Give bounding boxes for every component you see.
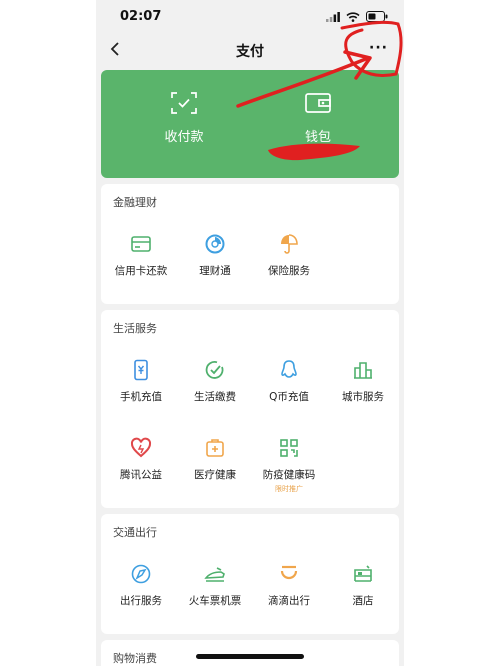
service-label: 手机充值 (120, 391, 162, 403)
more-button[interactable]: ··· (369, 40, 388, 56)
home-indicator (196, 654, 304, 659)
service-item[interactable]: 腾讯公益 (104, 436, 178, 482)
service-label: 滴滴出行 (268, 595, 310, 607)
receive-pay-button[interactable]: 收付款 (134, 92, 234, 145)
status-bar: 02:07 (96, 0, 404, 34)
section-title: 购物消费 (113, 652, 157, 665)
wifi-icon (346, 11, 360, 22)
signal-icon (326, 11, 340, 22)
qq-icon (281, 360, 297, 378)
battery-icon (366, 11, 388, 22)
service-label: 保险服务 (268, 265, 310, 277)
receive-pay-label: 收付款 (164, 130, 204, 145)
section-title: 生活服务 (113, 322, 157, 335)
status-time: 02:07 (120, 9, 162, 24)
service-label: 腾讯公益 (120, 469, 162, 481)
hotel-icon (354, 565, 372, 582)
nav-bar: 支付 ··· (96, 34, 404, 66)
service-item[interactable]: 城市服务 (326, 358, 400, 404)
wallet-button[interactable]: 钱包 (268, 92, 368, 145)
service-item[interactable]: 出行服务 (104, 562, 178, 608)
qr-code-icon (280, 439, 298, 457)
credit-card-icon (131, 236, 151, 252)
service-label: 防疫健康码 (262, 469, 316, 481)
scan-icon (171, 92, 197, 114)
utility-icon (205, 361, 224, 379)
insurance-icon (281, 234, 298, 254)
wallet-label: 钱包 (304, 130, 331, 145)
service-item[interactable]: 生活缴费 (178, 358, 252, 404)
promo-tag: 限时推广 (275, 485, 303, 493)
service-item[interactable]: 滴滴出行 (252, 562, 326, 608)
service-item[interactable]: Q币充值 (252, 358, 326, 404)
phone-screen: 02:07 支付 ··· 收付款 钱包 金融理财 信用卡还款 理财通 保险服务 … (96, 0, 404, 666)
service-item[interactable]: 防疫健康码 限时推广 (252, 436, 326, 494)
status-icons (326, 11, 388, 22)
section-title: 交通出行 (113, 526, 157, 539)
service-label: 出行服务 (120, 595, 162, 607)
service-item[interactable]: 医疗健康 (178, 436, 252, 482)
service-label: 医疗健康 (194, 469, 236, 481)
shopping-card: 购物消费 (101, 640, 399, 666)
service-label: 城市服务 (342, 391, 384, 403)
medical-icon (206, 439, 224, 457)
transport-card: 交通出行 出行服务 火车票机票 滴滴出行 酒店 (101, 514, 399, 634)
train-icon (204, 567, 225, 582)
finance-card: 金融理财 信用卡还款 理财通 保险服务 (101, 184, 399, 304)
pay-hero-card: 收付款 钱包 (101, 70, 399, 178)
wealth-icon (205, 234, 225, 254)
service-item[interactable]: 火车票机票 (178, 562, 252, 608)
city-icon (354, 362, 372, 379)
page-title: 支付 (236, 44, 264, 60)
service-label: 火车票机票 (188, 595, 242, 607)
service-item[interactable]: 保险服务 (252, 232, 326, 278)
charity-heart-icon (130, 437, 152, 458)
didi-icon (280, 565, 298, 580)
service-label: 信用卡还款 (114, 265, 168, 277)
service-label: Q币充值 (269, 391, 309, 403)
wallet-icon (305, 93, 331, 113)
service-label: 生活缴费 (194, 391, 236, 403)
life-services-card: 生活服务 手机充值 生活缴费 Q币充值 城市服务 腾讯公益 医疗健康 防疫健康码 (101, 310, 399, 508)
service-item[interactable]: 手机充值 (104, 358, 178, 404)
phone-topup-icon (134, 359, 148, 381)
service-item[interactable]: 信用卡还款 (104, 232, 178, 278)
service-label: 理财通 (199, 265, 231, 277)
section-title: 金融理财 (113, 196, 157, 209)
service-item[interactable]: 理财通 (178, 232, 252, 278)
service-label: 酒店 (352, 595, 374, 607)
service-item[interactable]: 酒店 (326, 562, 400, 608)
travel-icon (131, 564, 151, 584)
